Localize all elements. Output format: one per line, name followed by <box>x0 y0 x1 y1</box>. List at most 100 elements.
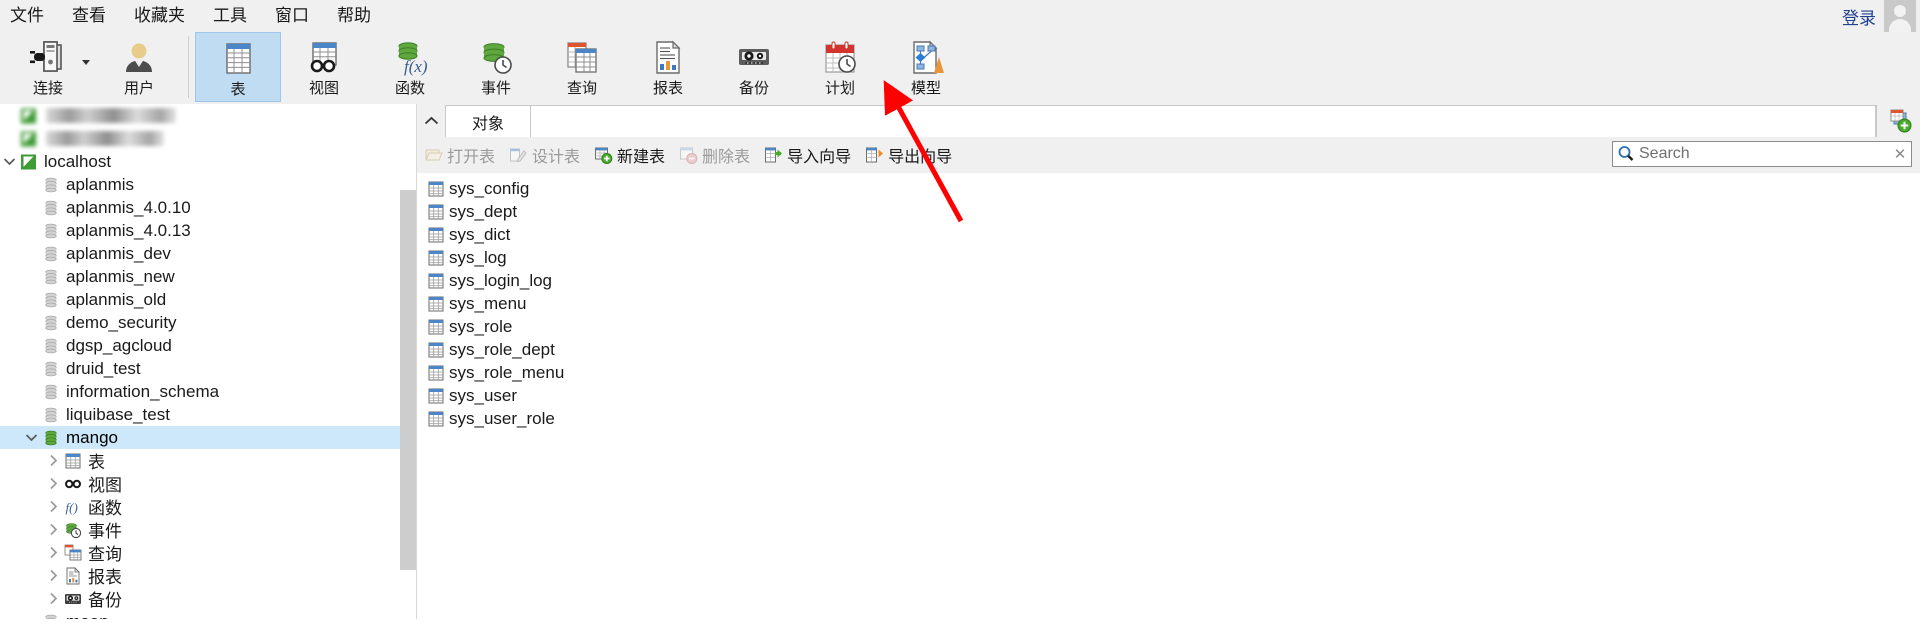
table-list-item[interactable]: sys_role_menu <box>417 361 1920 384</box>
objects-toolbar-button-export-wizard[interactable]: 导出向导 <box>858 141 959 169</box>
toolbar-button-report[interactable]: 报表 <box>625 32 711 102</box>
objects-toolbar-label: 打开表 <box>447 149 496 166</box>
tree-row[interactable]: information_schema <box>0 380 400 403</box>
toolbar-button-connection[interactable]: 连接 <box>0 32 96 102</box>
chevron-right-icon[interactable] <box>44 587 62 610</box>
import-wizard-icon <box>764 146 783 165</box>
toolbar-button-table[interactable]: 表 <box>195 32 281 102</box>
chevron-right-icon[interactable] <box>44 449 62 472</box>
user-icon <box>120 38 158 78</box>
database-gray-icon <box>40 219 62 242</box>
tree-item-label: liquibase_test <box>66 404 170 424</box>
chevron-down-icon[interactable] <box>0 150 18 173</box>
tree-item-label: aplanmis_new <box>66 266 175 286</box>
table-list-item[interactable]: sys_user <box>417 384 1920 407</box>
login-link[interactable]: 登录 <box>1842 4 1876 29</box>
tree-row[interactable]: 查询 <box>0 541 400 564</box>
query-icon <box>62 541 84 564</box>
table-list-item[interactable]: sys_config <box>417 177 1920 200</box>
sidebar-scrollbar-thumb[interactable] <box>400 190 416 570</box>
menu-window[interactable]: 窗口 <box>261 0 323 32</box>
tree-row[interactable]: f() 函数 <box>0 495 400 518</box>
objects-toolbar-button-open-table[interactable]: 打开表 <box>417 141 502 169</box>
tree-row[interactable]: aplanmis_dev <box>0 242 400 265</box>
connection-tree[interactable]: localhost aplanmis aplanmis_4.0.10 aplanmis… <box>0 104 400 619</box>
tab-objects[interactable]: 对象 <box>445 105 531 137</box>
tree-row[interactable]: 表 <box>0 449 400 472</box>
avatar[interactable] <box>1884 0 1916 32</box>
function-icon: f() <box>62 495 84 518</box>
tree-row[interactable]: localhost <box>0 150 400 173</box>
table-name-label: sys_dict <box>449 224 511 244</box>
objects-toolbar-button-import-wizard[interactable]: 导入向导 <box>757 141 858 169</box>
tree-item-label: druid_test <box>66 358 141 378</box>
tree-row[interactable]: aplanmis_new <box>0 265 400 288</box>
table-list-item[interactable]: sys_menu <box>417 292 1920 315</box>
chevron-right-icon[interactable] <box>44 564 62 587</box>
tree-row[interactable]: demo_security <box>0 311 400 334</box>
tree-row[interactable]: aplanmis_4.0.13 <box>0 219 400 242</box>
objects-toolbar-button-design-table[interactable]: 设计表 <box>502 141 587 169</box>
tree-item-label: 报表 <box>88 568 122 587</box>
tree-row[interactable]: liquibase_test <box>0 403 400 426</box>
toolbar-button-query[interactable]: 查询 <box>539 32 625 102</box>
database-gray-icon <box>40 610 62 619</box>
table-list-item[interactable]: sys_role_dept <box>417 338 1920 361</box>
chevron-right-icon[interactable] <box>44 541 62 564</box>
table-list-item[interactable]: sys_dict <box>417 223 1920 246</box>
table-list-item[interactable]: sys_role <box>417 315 1920 338</box>
toolbar-label-event: 事件 <box>480 80 511 97</box>
chevron-down-icon[interactable] <box>82 60 90 65</box>
clear-x-icon[interactable]: ✕ <box>1889 145 1911 163</box>
chevron-up-icon[interactable] <box>417 104 445 137</box>
menu-favorites[interactable]: 收藏夹 <box>120 0 199 32</box>
search-box[interactable]: Search ✕ <box>1612 141 1912 167</box>
toolbar-button-event[interactable]: 事件 <box>453 32 539 102</box>
tree-row[interactable]: dgsp_agcloud <box>0 334 400 357</box>
table-list-item[interactable]: sys_login_log <box>417 269 1920 292</box>
table-list[interactable]: sys_config sys_dept sys_dict sys_log sys_log… <box>417 173 1920 623</box>
toolbar-button-model[interactable]: 模型 <box>883 32 969 102</box>
toolbar-button-backup[interactable]: 备份 <box>711 32 797 102</box>
search-input[interactable]: Search <box>1635 145 1889 163</box>
table-list-item[interactable]: sys_dept <box>417 200 1920 223</box>
tab-strip: 对象 <box>417 104 1920 138</box>
chevron-right-icon[interactable] <box>44 472 62 495</box>
menu-file[interactable]: 文件 <box>0 0 58 32</box>
database-gray-icon <box>40 380 62 403</box>
toolbar-button-view[interactable]: 视图 <box>281 32 367 102</box>
menu-view[interactable]: 查看 <box>58 0 120 32</box>
toolbar-button-schedule[interactable]: 计划 <box>797 32 883 102</box>
new-tab-plus-icon[interactable] <box>1876 105 1920 137</box>
tree-row[interactable]: 事件 <box>0 518 400 541</box>
toolbar-button-function[interactable]: f(x) 函数 <box>367 32 453 102</box>
table-list-item[interactable]: sys_user_role <box>417 407 1920 430</box>
chevron-down-icon[interactable] <box>22 426 40 449</box>
toolbar-button-user[interactable]: 用户 <box>96 32 182 102</box>
database-gray-icon <box>40 265 62 288</box>
tree-row[interactable]: aplanmis <box>0 173 400 196</box>
chevron-right-icon[interactable] <box>44 495 62 518</box>
tree-row[interactable]: mango <box>0 426 400 449</box>
table-icon <box>427 364 445 382</box>
menu-tools[interactable]: 工具 <box>199 0 261 32</box>
tree-row-redacted[interactable] <box>0 104 400 127</box>
tree-row[interactable]: moon <box>0 610 400 619</box>
tree-row[interactable]: aplanmis_old <box>0 288 400 311</box>
tree-row[interactable]: 视图 <box>0 472 400 495</box>
menu-help[interactable]: 帮助 <box>323 0 385 32</box>
tree-row[interactable]: 备份 <box>0 587 400 610</box>
objects-toolbar-label: 删除表 <box>702 149 751 166</box>
chevron-right-icon[interactable] <box>44 518 62 541</box>
table-name-label: sys_user_role <box>449 408 555 428</box>
svg-text:f(x): f(x) <box>404 57 428 76</box>
objects-toolbar-button-delete-table[interactable]: 删除表 <box>672 141 757 169</box>
objects-toolbar-button-new-table[interactable]: 新建表 <box>587 141 672 169</box>
toolbar-label-model: 模型 <box>910 80 941 97</box>
table-list-item[interactable]: sys_log <box>417 246 1920 269</box>
tree-row[interactable]: aplanmis_4.0.10 <box>0 196 400 219</box>
tree-row[interactable]: 报表 <box>0 564 400 587</box>
tree-row[interactable]: druid_test <box>0 357 400 380</box>
tree-row-redacted[interactable] <box>0 127 400 150</box>
